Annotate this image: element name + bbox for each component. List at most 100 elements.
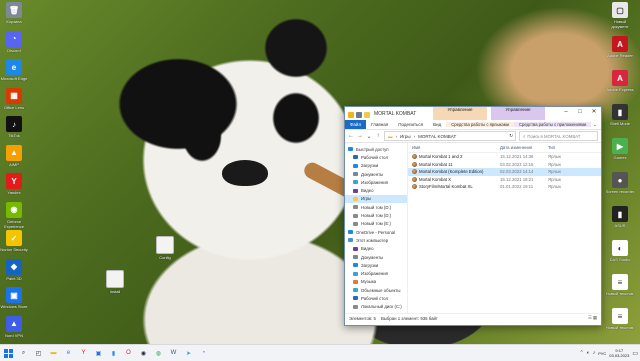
- ribbon-tab-app-tools[interactable]: Средства работы с приложениями: [514, 122, 591, 127]
- refresh-icon[interactable]: ↻: [509, 133, 515, 139]
- context-tab-apps[interactable]: Управление: [491, 107, 545, 120]
- desktop-icon[interactable]: YYandex: [0, 173, 29, 195]
- taskbar-opera-icon[interactable]: O: [122, 347, 135, 360]
- nav-item[interactable]: Новый том (D:): [345, 211, 407, 219]
- desktop-icon[interactable]: ◉Geforce Experience: [0, 202, 29, 229]
- nav-item[interactable]: Этот компьютер: [345, 236, 407, 244]
- search-input[interactable]: ⌕ Поиск в MORTAL KOMBAT: [519, 131, 598, 141]
- ribbon-tab-view[interactable]: Вид: [428, 122, 446, 127]
- nav-item[interactable]: Рабочий стол: [345, 294, 407, 302]
- nav-item[interactable]: Новый том (E:): [345, 220, 407, 228]
- nav-item[interactable]: OneDrive - Personal: [345, 228, 407, 236]
- taskbar-task-view-icon[interactable]: ◰: [32, 347, 45, 360]
- nav-item[interactable]: Видео: [345, 245, 407, 253]
- volume-icon[interactable]: ♪: [593, 350, 596, 356]
- ribbon-tab-home[interactable]: Главная: [366, 122, 393, 127]
- desktop-icon[interactable]: ≡Новый текстов.: [605, 308, 635, 330]
- file-row[interactable]: Mortal Kombat 1103.02.2023 12:15Ярлык: [408, 161, 601, 169]
- start-button[interactable]: [0, 345, 16, 361]
- desktop-file-icon[interactable]: Install: [100, 270, 130, 294]
- desktop-icon[interactable]: ▲AIMP: [0, 145, 29, 167]
- nav-item[interactable]: Объемные объекты: [345, 286, 407, 294]
- address-bar[interactable]: ▬ › Игры › MORTAL KOMBAT ↻: [384, 131, 516, 141]
- taskbar-word-icon[interactable]: W: [167, 347, 180, 360]
- desktop-icon[interactable]: ▲Nord VPN: [0, 316, 29, 338]
- properties-icon[interactable]: [356, 112, 362, 118]
- desktop-icon[interactable]: 🗑Корзина: [0, 2, 29, 24]
- new-folder-icon[interactable]: [364, 112, 370, 118]
- minimize-button[interactable]: –: [559, 107, 573, 117]
- ribbon-tab-shortcut-tools[interactable]: Средства работы с ярлыками: [446, 122, 514, 127]
- nav-item[interactable]: Загрузки: [345, 162, 407, 170]
- view-toggle-icon[interactable]: ☰ ▦: [588, 315, 601, 321]
- nav-item[interactable]: Загрузки: [345, 261, 407, 269]
- column-name[interactable]: Имя: [408, 145, 500, 150]
- expand-ribbon-icon[interactable]: ⌄: [593, 122, 601, 128]
- desktop-icon[interactable]: ✓Norton Security: [0, 230, 29, 252]
- nav-item[interactable]: Музыка: [345, 278, 407, 286]
- language-indicator[interactable]: РУС: [598, 351, 606, 356]
- taskbar-yandex-icon[interactable]: Y: [77, 347, 90, 360]
- taskbar-vk-icon[interactable]: ▮: [107, 347, 120, 360]
- desktop-icon[interactable]: ◔Discord: [0, 31, 29, 53]
- taskbar-steam-icon[interactable]: ◉: [137, 347, 150, 360]
- nav-item[interactable]: Новый том (D:): [345, 311, 407, 313]
- desktop-icon[interactable]: ▢Новый документ: [605, 2, 635, 29]
- title-bar[interactable]: MORTAL KOMBAT Управление Управление – □ …: [345, 107, 601, 120]
- nav-item[interactable]: Видео: [345, 186, 407, 194]
- taskbar-edge-icon[interactable]: e: [62, 347, 75, 360]
- desktop-icon[interactable]: eMicrosoft Edge: [0, 59, 29, 81]
- navigation-pane[interactable]: Быстрый доступРабочий столЗагрузкиДокуме…: [345, 143, 408, 313]
- desktop-icon[interactable]: ▣Windows Store: [0, 287, 29, 309]
- column-date[interactable]: Дата изменения: [500, 145, 548, 150]
- nav-item[interactable]: Документы: [345, 170, 407, 178]
- context-tab-shortcuts[interactable]: Управление: [433, 107, 487, 120]
- file-row[interactable]: StoryFilm/Mortal Kombat XL01.01.2022 19:…: [408, 183, 601, 191]
- file-row[interactable]: Mortal Kombat X15.12.2021 18:21Ярлык: [408, 176, 601, 184]
- file-row[interactable]: Mortal Kombat (Komplete Edition)02.03.20…: [408, 168, 601, 176]
- file-list[interactable]: Имя Дата изменения Тип Mortal Kombat 1 a…: [408, 143, 601, 313]
- nav-item[interactable]: Документы: [345, 253, 407, 261]
- ribbon-tab-file[interactable]: Файл: [345, 120, 366, 129]
- network-icon[interactable]: ◐: [587, 350, 590, 356]
- nav-item[interactable]: Локальный диск (C:): [345, 303, 407, 311]
- recent-dropdown-icon[interactable]: ⌄: [366, 133, 372, 140]
- taskbar-store-icon[interactable]: ▣: [92, 347, 105, 360]
- nav-item[interactable]: Новый том (D:): [345, 203, 407, 211]
- desktop-icon[interactable]: AAdobe Reader: [605, 36, 635, 58]
- tray-chevron-icon[interactable]: ⌃: [580, 350, 584, 356]
- nav-item[interactable]: Изображения: [345, 269, 407, 277]
- back-arrow-icon[interactable]: ←: [348, 133, 354, 139]
- desktop-icon[interactable]: ●Screen recorder: [605, 172, 635, 194]
- desktop-icon[interactable]: ▦Office Lens: [0, 88, 29, 110]
- column-type[interactable]: Тип: [548, 145, 584, 150]
- clock[interactable]: 9:17 03.03.2023: [609, 348, 629, 358]
- nav-item[interactable]: Игры: [345, 195, 407, 203]
- taskbar-chrome-icon[interactable]: ◍: [152, 347, 165, 360]
- taskbar-file-explorer-icon[interactable]: ▬: [47, 347, 60, 360]
- nav-item[interactable]: Рабочий стол: [345, 153, 407, 161]
- taskbar-search-icon[interactable]: ⌕: [17, 347, 30, 360]
- breadcrumb-games[interactable]: Игры: [400, 134, 411, 139]
- desktop-file-icon[interactable]: Config: [150, 236, 180, 260]
- desktop-icon[interactable]: ≡Новый текстов.: [605, 274, 635, 296]
- desktop-icon[interactable]: ♪TikTok: [0, 116, 29, 138]
- forward-arrow-icon[interactable]: →: [357, 133, 363, 139]
- desktop-icon[interactable]: ◐DAS Studio: [605, 240, 635, 262]
- file-explorer-window[interactable]: MORTAL KOMBAT Управление Управление – □ …: [344, 106, 602, 326]
- nav-item[interactable]: Быстрый доступ: [345, 145, 407, 153]
- desktop-icon[interactable]: ◆Paint 3D: [0, 259, 29, 281]
- desktop-icon[interactable]: AAdobe Express: [605, 70, 635, 92]
- maximize-button[interactable]: □: [573, 107, 587, 117]
- up-arrow-icon[interactable]: ↑: [375, 133, 381, 139]
- ribbon-tab-share[interactable]: Поделиться: [393, 122, 428, 127]
- breadcrumb-mortal-kombat[interactable]: MORTAL KOMBAT: [418, 134, 456, 139]
- notifications-icon[interactable]: ▭: [632, 350, 638, 357]
- desktop-icon[interactable]: ▮Shell Mode: [605, 104, 635, 126]
- file-row[interactable]: Mortal Kombat 1 and 215.12.2021 14:36Ярл…: [408, 153, 601, 161]
- taskbar-discord-icon[interactable]: ◔: [197, 347, 210, 360]
- close-button[interactable]: ✕: [587, 107, 601, 117]
- desktop-icon[interactable]: ▶Games: [605, 138, 635, 160]
- desktop-icon[interactable]: ▮ASUS: [605, 206, 635, 228]
- taskbar-telegram-icon[interactable]: ➤: [182, 347, 195, 360]
